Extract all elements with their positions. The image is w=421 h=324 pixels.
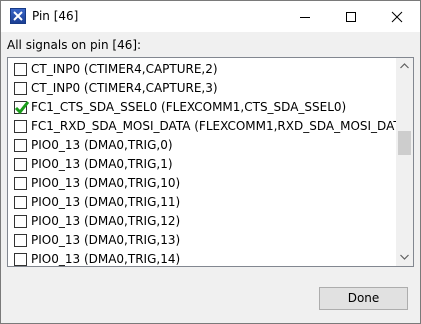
signal-row[interactable]: PIO0_13 (DMA0,TRIG,12)	[8, 212, 396, 231]
signal-label: CT_INP0 (CTIMER4,CAPTURE,3)	[31, 81, 218, 95]
signal-row[interactable]: PIO0_13 (DMA0,TRIG,11)	[8, 193, 396, 212]
close-icon	[391, 11, 403, 23]
signal-checkbox[interactable]	[14, 82, 27, 95]
vertical-scrollbar[interactable]	[396, 58, 413, 266]
chevron-up-icon	[400, 63, 409, 69]
signal-label: PIO0_13 (DMA0,TRIG,0)	[31, 138, 173, 152]
signal-row[interactable]: CT_INP0 (CTIMER4,CAPTURE,2)	[8, 60, 396, 79]
title-bar[interactable]: Pin [46]	[1, 1, 420, 32]
signal-checkbox[interactable]	[14, 139, 27, 152]
close-button[interactable]	[374, 1, 420, 32]
signal-row[interactable]: PIO0_13 (DMA0,TRIG,14)	[8, 250, 396, 269]
signal-row[interactable]: PIO0_13 (DMA0,TRIG,13)	[8, 231, 396, 250]
signal-checkbox[interactable]	[14, 253, 27, 266]
signal-row[interactable]: PIO0_13 (DMA0,TRIG,0)	[8, 136, 396, 155]
signal-row[interactable]: FC1_CTS_SDA_SSEL0 (FLEXCOMM1,CTS_SDA_SSE…	[8, 98, 396, 117]
scroll-up-button[interactable]	[396, 58, 413, 75]
signal-checkbox[interactable]	[14, 63, 27, 76]
signal-row[interactable]: CT_INP0 (CTIMER4,CAPTURE,3)	[8, 79, 396, 98]
signals-caption: All signals on pin [46]:	[7, 38, 142, 52]
window-title: Pin [46]	[32, 9, 79, 23]
signal-label: PIO0_13 (DMA0,TRIG,11)	[31, 195, 181, 209]
signal-label: PIO0_13 (DMA0,TRIG,13)	[31, 233, 181, 247]
signal-checkbox[interactable]	[14, 158, 27, 171]
signal-label: PIO0_13 (DMA0,TRIG,12)	[31, 214, 181, 228]
signals-rows: CT_INP0 (CTIMER4,CAPTURE,2) CT_INP0 (CTIM…	[8, 60, 413, 269]
signals-list[interactable]: CT_INP0 (CTIMER4,CAPTURE,2) CT_INP0 (CTIM…	[7, 57, 414, 267]
scroll-down-button[interactable]	[396, 249, 413, 266]
done-button[interactable]: Done	[319, 287, 408, 310]
signal-checkbox[interactable]	[14, 196, 27, 209]
minimize-button[interactable]	[282, 1, 328, 32]
signal-label: FC1_CTS_SDA_SSEL0 (FLEXCOMM1,CTS_SDA_SSE…	[31, 100, 347, 114]
scroll-track[interactable]	[396, 75, 413, 249]
scroll-thumb[interactable]	[398, 131, 411, 155]
signal-label: CT_INP0 (CTIMER4,CAPTURE,2)	[31, 62, 218, 76]
signal-row[interactable]: FC1_RXD_SDA_MOSI_DATA (FLEXCOMM1,RXD_SDA…	[8, 117, 413, 136]
chevron-down-icon	[400, 254, 409, 260]
minimize-icon	[300, 17, 310, 18]
signal-checkbox[interactable]	[14, 101, 30, 115]
checkmark-icon	[14, 101, 30, 115]
maximize-button[interactable]	[328, 1, 374, 32]
maximize-icon	[346, 12, 356, 22]
signal-label: FC1_RXD_SDA_MOSI_DATA (FLEXCOMM1,RXD_SDA…	[31, 119, 413, 133]
signal-label: PIO0_13 (DMA0,TRIG,10)	[31, 176, 181, 190]
signal-checkbox[interactable]	[14, 177, 27, 190]
signal-checkbox[interactable]	[14, 120, 27, 133]
signal-checkbox[interactable]	[14, 234, 27, 247]
signal-label: PIO0_13 (DMA0,TRIG,14)	[31, 252, 181, 266]
pin-dialog: Pin [46] All signals on pin [46]: CT_INP…	[0, 0, 421, 324]
signal-row[interactable]: PIO0_13 (DMA0,TRIG,1)	[8, 155, 396, 174]
signal-label: PIO0_13 (DMA0,TRIG,1)	[31, 157, 173, 171]
signal-row[interactable]: PIO0_13 (DMA0,TRIG,10)	[8, 174, 396, 193]
app-x-icon	[10, 8, 26, 24]
signal-checkbox[interactable]	[14, 215, 27, 228]
